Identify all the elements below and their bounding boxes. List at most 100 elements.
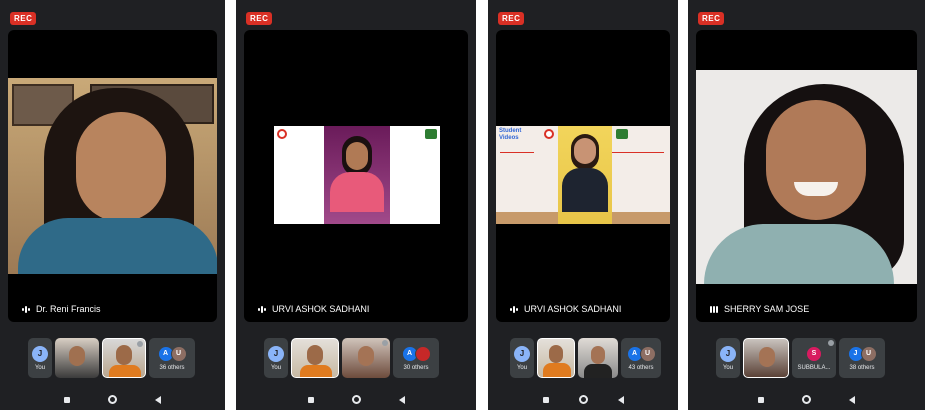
speaker-name: SHERRY SAM JOSE xyxy=(724,304,810,314)
self-tile[interactable]: J You xyxy=(28,338,52,378)
participant-face xyxy=(116,345,132,365)
participant-thumbnail[interactable] xyxy=(102,338,146,378)
speaker-name-label: Dr. Reni Francis xyxy=(22,304,101,314)
speaker-name-label: SHERRY SAM JOSE xyxy=(710,304,809,314)
home-icon[interactable] xyxy=(578,395,588,404)
participant-face xyxy=(591,346,605,364)
slide-title: Student Videos xyxy=(499,128,522,141)
speaker-face xyxy=(76,112,166,222)
recording-badge: REC xyxy=(246,12,273,25)
others-count: 38 others xyxy=(849,364,875,371)
participant-strip: J You S SUBBULA... J U 38 others xyxy=(716,338,885,378)
student-video xyxy=(324,126,390,224)
others-tile[interactable]: J U 38 others xyxy=(839,338,885,378)
speaker-shirt xyxy=(18,218,217,274)
phone-screen-4: REC SHERRY SAM JOSE J You S SUBBULA... J xyxy=(688,0,925,410)
others-count: 30 others xyxy=(403,364,429,371)
others-avatars: A U xyxy=(626,345,656,362)
others-avatars: A xyxy=(401,345,431,362)
student-shirt xyxy=(562,168,608,212)
participant-thumbnail[interactable] xyxy=(743,338,789,378)
recents-icon[interactable] xyxy=(64,396,70,403)
participant-face xyxy=(307,345,323,365)
others-count: 43 others xyxy=(628,364,654,371)
self-tile[interactable]: J You xyxy=(264,338,288,378)
home-icon[interactable] xyxy=(802,395,811,404)
speaker-name-label: URVI ASHOK SADHANI xyxy=(510,304,621,314)
participant-strip: J You A U 43 others xyxy=(510,338,661,378)
back-icon[interactable] xyxy=(155,395,161,404)
self-tile[interactable]: J You xyxy=(510,338,534,378)
others-avatars: A U xyxy=(157,345,187,362)
self-avatar: J xyxy=(32,345,48,362)
speaker-name-label: URVI ASHOK SADHANI xyxy=(258,304,369,314)
others-tile[interactable]: A U 36 others xyxy=(149,338,195,378)
recents-icon[interactable] xyxy=(542,396,549,403)
participant-shirt xyxy=(300,365,332,377)
self-avatar: J xyxy=(514,345,530,362)
phone-screen-2: REC URVI ASHOK SADHANI J You A 30 others xyxy=(236,0,476,410)
main-stage[interactable]: URVI ASHOK SADHANI xyxy=(244,30,468,322)
participant-thumbnail[interactable] xyxy=(578,338,618,378)
self-avatar: J xyxy=(268,345,284,362)
pin-icon xyxy=(382,340,388,346)
speaker-face xyxy=(766,100,866,220)
audio-level-icon xyxy=(510,305,518,313)
phone-screen-1: REC Dr. Reni Francis J You A U 36 others xyxy=(0,0,225,410)
speaker-name: URVI ASHOK SADHANI xyxy=(272,304,370,314)
self-label: You xyxy=(270,364,282,371)
pin-icon xyxy=(137,341,143,347)
partner-logo-icon xyxy=(425,129,437,139)
others-tile[interactable]: A U 43 others xyxy=(621,338,661,378)
participant-tile[interactable]: S SUBBULA... xyxy=(792,338,836,378)
participant-face xyxy=(549,345,563,363)
speaker-video xyxy=(8,78,217,274)
home-icon[interactable] xyxy=(108,395,117,404)
audio-level-icon xyxy=(258,305,266,313)
pin-icon xyxy=(828,340,834,346)
phone-screen-3: REC Student Videos URVI ASHOK SADHANI J … xyxy=(488,0,678,410)
participant-shirt xyxy=(109,365,141,377)
student-dress xyxy=(330,172,384,212)
android-nav-bar xyxy=(0,395,225,404)
others-tile[interactable]: A 30 others xyxy=(393,338,439,378)
school-logo-icon xyxy=(544,129,554,139)
participant-thumbnail[interactable] xyxy=(342,338,390,378)
participant-shirt xyxy=(584,364,612,378)
recents-icon[interactable] xyxy=(307,396,314,403)
recording-badge: REC xyxy=(10,12,37,25)
android-nav-bar xyxy=(236,395,476,404)
self-label: You xyxy=(516,364,528,371)
partner-logo-icon xyxy=(616,129,628,139)
participant-thumbnail[interactable] xyxy=(291,338,339,378)
slide-divider xyxy=(612,152,664,153)
back-icon[interactable] xyxy=(617,395,624,404)
audio-level-icon xyxy=(710,305,718,313)
participant-thumbnail[interactable] xyxy=(55,338,99,378)
android-nav-bar xyxy=(688,395,925,404)
slide-divider xyxy=(500,152,534,153)
self-label: You xyxy=(722,364,734,371)
presentation-slide: Student Videos xyxy=(496,126,670,224)
main-stage[interactable]: Student Videos URVI ASHOK SADHANI xyxy=(496,30,670,322)
participant-thumbnail[interactable] xyxy=(537,338,575,378)
speaker-video xyxy=(696,70,917,284)
self-tile[interactable]: J You xyxy=(716,338,740,378)
recording-badge: REC xyxy=(498,12,525,25)
back-icon[interactable] xyxy=(849,395,855,404)
main-stage[interactable]: SHERRY SAM JOSE xyxy=(696,30,917,322)
recording-badge: REC xyxy=(698,12,725,25)
others-avatar: U xyxy=(170,345,187,362)
home-icon[interactable] xyxy=(351,395,361,404)
others-avatars: J U xyxy=(847,345,877,362)
participant-face xyxy=(759,347,775,367)
others-avatar: U xyxy=(860,345,877,362)
participant-strip: J You A 30 others xyxy=(264,338,439,378)
speaker-shirt xyxy=(704,224,894,284)
recents-icon[interactable] xyxy=(758,396,764,403)
back-icon[interactable] xyxy=(398,395,405,404)
participant-face xyxy=(358,346,374,366)
main-stage[interactable]: Dr. Reni Francis xyxy=(8,30,217,322)
others-avatar-photo xyxy=(414,345,431,362)
participant-strip: J You A U 36 others xyxy=(28,338,195,378)
